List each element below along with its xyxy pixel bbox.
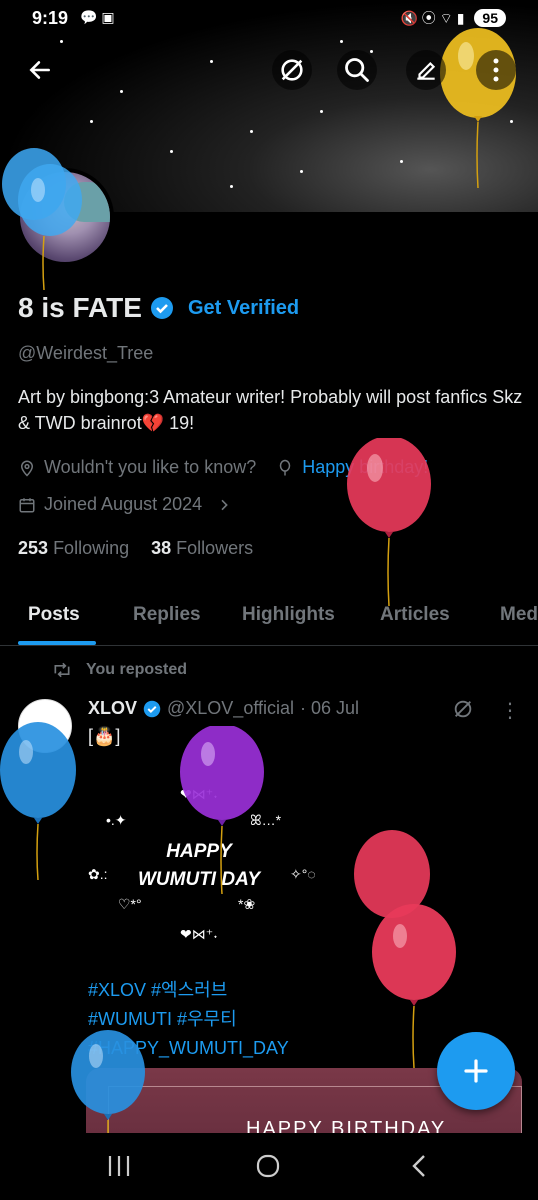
- status-time: 9:19: [32, 8, 69, 28]
- status-bar: 9:19 💬 ▣ 🔇 ⦿ ⌔ ▮ 95: [0, 0, 538, 36]
- profile-bio: Art by bingbong:3 Amateur writer! Probab…: [18, 387, 523, 433]
- profile-joined-row[interactable]: Joined August 2024: [18, 494, 232, 515]
- post-first-line: [🎂]: [88, 726, 121, 746]
- calendar-icon: [19, 497, 35, 512]
- blue-balloon: [71, 1030, 145, 1134]
- profile-name-row: 8 is FATE Get Verified: [18, 292, 299, 324]
- tab-replies[interactable]: Replies: [133, 604, 201, 626]
- back-icon[interactable]: [406, 1153, 432, 1179]
- decoration: •.✦: [106, 812, 127, 828]
- following-link[interactable]: 253 Following: [18, 538, 129, 559]
- top-navigation: [0, 50, 538, 94]
- blue-balloon: [2, 148, 82, 291]
- back-arrow-icon[interactable]: [20, 50, 60, 90]
- decoration: *❀: [238, 896, 256, 912]
- repost-indicator: You reposted: [52, 661, 187, 679]
- tab-posts[interactable]: Posts: [28, 604, 80, 626]
- search-icon[interactable]: [337, 50, 377, 90]
- decoration: ✿.:: [88, 866, 108, 882]
- compose-post-button[interactable]: [437, 1032, 515, 1110]
- post-grok-icon[interactable]: [452, 698, 474, 725]
- profile-name: 8 is FATE: [18, 292, 142, 323]
- battery-indicator: 95: [474, 9, 506, 27]
- active-tab-indicator: [18, 641, 96, 645]
- profile-handle: @Weirdest_Tree: [18, 343, 154, 363]
- decoration: ❤⋈⁺˖: [180, 926, 218, 942]
- notification-icons: 💬 ▣: [80, 9, 115, 25]
- post-author: XLOV: [88, 698, 138, 718]
- compose-icon[interactable]: [406, 50, 446, 90]
- grok-icon[interactable]: [272, 50, 312, 90]
- signal-icon: 🔇 ⦿ ⌔ ▮: [400, 10, 465, 26]
- followers-link[interactable]: 38 Followers: [151, 538, 253, 559]
- decoration: ✧°◌: [290, 866, 316, 882]
- repost-icon: [54, 662, 70, 678]
- location-icon: [20, 460, 34, 477]
- home-icon[interactable]: [255, 1153, 281, 1179]
- tab-highlights[interactable]: Highlights: [242, 604, 335, 626]
- profile-tabs: Posts Replies Highlights Articles Media: [0, 588, 538, 646]
- recent-apps-icon[interactable]: [104, 1153, 134, 1179]
- system-navigation-bar: [0, 1133, 538, 1200]
- more-icon[interactable]: [476, 50, 516, 90]
- post-date: · 06 Jul: [300, 698, 360, 718]
- post-author-handle: @XLOV_official: [167, 698, 295, 718]
- decoration: ♡*°: [118, 896, 142, 912]
- balloon-icon: [279, 459, 291, 475]
- status-right: 🔇 ⦿ ⌔ ▮ 95: [400, 8, 506, 28]
- repost-label: You reposted: [86, 661, 188, 678]
- blue-balloon: [0, 722, 76, 881]
- purple-balloon: [180, 726, 264, 895]
- follow-counts: 253 Following 38 Followers: [18, 538, 253, 559]
- post-more-icon[interactable]: ⋮: [500, 698, 520, 723]
- profile-location: Wouldn't you like to know?: [44, 457, 257, 477]
- verified-badge-icon: [150, 297, 173, 319]
- get-verified-link[interactable]: Get Verified: [188, 297, 299, 320]
- hashtags-line1[interactable]: #XLOV #엑스러브: [88, 976, 289, 1005]
- profile-joined: Joined August 2024: [44, 494, 203, 514]
- chevron-right-icon: [221, 499, 228, 510]
- plus-icon: [464, 1059, 488, 1083]
- red-balloon: [347, 438, 431, 607]
- red-balloon: [354, 830, 456, 1069]
- verified-badge-icon: [143, 700, 161, 717]
- tab-media[interactable]: Media: [500, 604, 538, 626]
- post-author-row[interactable]: XLOV @XLOV_official · 06 Jul: [88, 698, 359, 719]
